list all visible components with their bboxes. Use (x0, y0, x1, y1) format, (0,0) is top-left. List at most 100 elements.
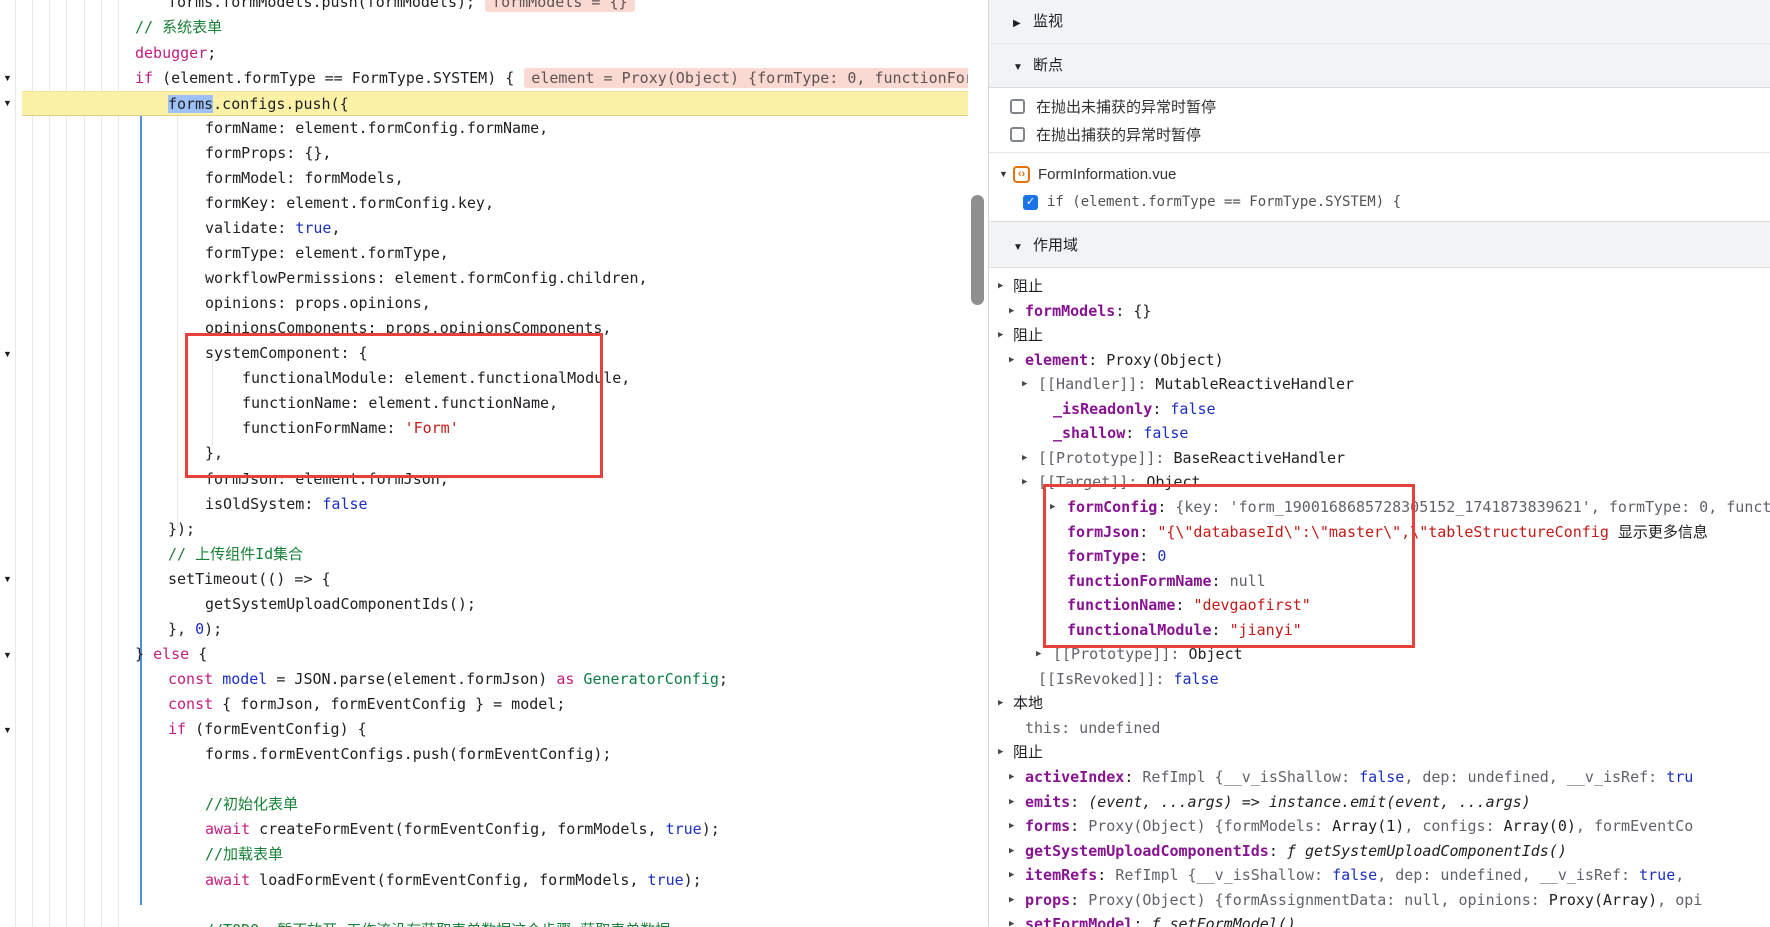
code-line[interactable]: //初始化表单 (0, 792, 968, 817)
editor-scrollbar-track[interactable] (968, 0, 988, 927)
tree-expand-arrow-icon[interactable]: ▶ (1036, 642, 1041, 666)
scope-row[interactable]: ▶getSystemUploadComponentIds: ƒ getSyste… (989, 839, 1770, 863)
tree-expand-arrow-icon[interactable]: ▶ (1009, 912, 1014, 927)
code-line[interactable]: getSystemUploadComponentIds(); (0, 592, 968, 617)
pause-on-uncaught-exceptions-row[interactable]: 在抛出未捕获的异常时暂停 (989, 93, 1770, 119)
code-fold-arrow-icon[interactable]: ▼ (3, 348, 17, 360)
breakpoint-enabled-checkbox[interactable]: ✓ (1023, 195, 1038, 210)
tree-expand-arrow-icon[interactable]: ▶ (998, 323, 1003, 347)
scope-row[interactable]: ▶emits: (event, ...args) => instance.emi… (989, 790, 1770, 814)
code-line[interactable]: validate: true, (0, 216, 968, 241)
tree-expand-arrow-icon[interactable]: ▶ (1022, 470, 1027, 494)
pause-on-caught-checkbox[interactable] (1010, 127, 1025, 142)
tree-expand-arrow-icon[interactable]: ▶ (1022, 372, 1027, 396)
code-line[interactable]: forms.formModels.push(formModels);formMo… (0, 0, 968, 15)
divider (989, 152, 1770, 153)
code-line[interactable]: } else { (0, 642, 968, 667)
breakpoint-entry-row[interactable]: ✓ if (element.formType == FormType.SYSTE… (989, 189, 1770, 215)
paused-execution-line[interactable]: forms.configs.push({ (22, 91, 968, 116)
code-line[interactable]: formKey: element.formConfig.key, (0, 191, 968, 216)
editor-scrollbar-thumb[interactable] (971, 195, 984, 305)
watch-section-header[interactable]: ▶监视 (989, 0, 1770, 44)
red-annotation-box-scope (1043, 484, 1415, 648)
chevron-down-icon[interactable]: ▼ (999, 169, 1013, 179)
scope-section-label: 作用域 (1033, 237, 1078, 254)
code-line[interactable]: await loadFormEvent(formEventConfig, for… (0, 868, 968, 893)
scope-row[interactable]: ▶element: Proxy(Object) (989, 348, 1770, 372)
scope-row[interactable]: ▶阻止 (989, 740, 1770, 764)
tree-expand-arrow-icon[interactable]: ▶ (1022, 446, 1027, 470)
breakpoint-code-snippet[interactable]: if (element.formType == FormType.SYSTEM)… (1047, 194, 1401, 210)
breakpoints-section-header[interactable]: ▼断点 (989, 44, 1770, 88)
scope-row[interactable]: ▶itemRefs: RefImpl {__v_isShallow: false… (989, 863, 1770, 887)
scope-row[interactable]: ▶[[Handler]]: MutableReactiveHandler (989, 372, 1770, 396)
selected-word: forms (168, 95, 213, 113)
scope-row[interactable]: _isReadonly: false (989, 397, 1770, 421)
code-fold-arrow-icon[interactable]: ▼ (3, 724, 17, 736)
code-line[interactable]: formType: element.formType, (0, 241, 968, 266)
chevron-down-icon: ▼ (1013, 46, 1033, 90)
code-line[interactable]: if (element.formType == FormType.SYSTEM)… (0, 66, 968, 91)
tree-expand-arrow-icon[interactable]: ▶ (1009, 839, 1014, 863)
scope-row[interactable]: ▶activeIndex: RefImpl {__v_isShallow: fa… (989, 765, 1770, 789)
code-line[interactable]: forms.formEventConfigs.push(formEventCon… (0, 742, 968, 767)
pause-on-uncaught-checkbox[interactable] (1010, 99, 1025, 114)
scope-row[interactable]: ▶props: Proxy(Object) {formAssignmentDat… (989, 888, 1770, 912)
watch-section-label: 监视 (1033, 13, 1063, 30)
code-line[interactable]: }, 0); (0, 617, 968, 642)
code-line[interactable]: // 上传组件Id集合 (0, 542, 968, 567)
tree-expand-arrow-icon[interactable]: ▶ (1009, 863, 1014, 887)
scope-row[interactable]: ▶本地 (989, 691, 1770, 715)
scope-row[interactable]: ▶formModels: {} (989, 299, 1770, 323)
code-line[interactable]: formModel: formModels, (0, 166, 968, 191)
scope-section-header[interactable]: ▼作用域 (989, 221, 1770, 268)
code-line[interactable]: const { formJson, formEventConfig } = mo… (0, 692, 968, 717)
code-fold-arrow-icon[interactable]: ▼ (3, 97, 17, 109)
scope-row[interactable]: ▶阻止 (989, 323, 1770, 347)
code-editor[interactable]: forms.formModels.push(formModels);formMo… (0, 0, 968, 927)
tree-expand-arrow-icon[interactable]: ▶ (1009, 765, 1014, 789)
tree-expand-arrow-icon[interactable]: ▶ (998, 274, 1003, 298)
code-line[interactable]: setTimeout(() => { (0, 567, 968, 592)
tree-expand-arrow-icon[interactable]: ▶ (1009, 348, 1014, 372)
pause-on-caught-label: 在抛出捕获的异常时暂停 (1036, 124, 1201, 145)
tree-expand-arrow-icon[interactable]: ▶ (998, 691, 1003, 715)
tree-expand-arrow-icon[interactable]: ▶ (998, 740, 1003, 764)
code-line[interactable]: //TODO: 暂不放开 工作流没有获取表单数据这个步骤 获取表单数据 (0, 918, 968, 927)
scope-row[interactable]: this: undefined (989, 716, 1770, 740)
code-line[interactable]: workflowPermissions: element.formConfig.… (0, 266, 968, 291)
vue-file-icon: ‹› (1013, 166, 1030, 183)
code-line[interactable]: debugger; (0, 41, 968, 66)
code-line[interactable]: formProps: {}, (0, 141, 968, 166)
scope-row[interactable]: ▶setFormModel: ƒ setFormModel() (989, 912, 1770, 927)
code-line[interactable]: const model = JSON.parse(element.formJso… (0, 667, 968, 692)
code-fold-arrow-icon[interactable]: ▼ (3, 72, 17, 84)
breakpoint-file-group[interactable]: ▼ ‹› FormInformation.vue (989, 161, 1770, 187)
code-line[interactable]: //加载表单 (0, 842, 968, 867)
breakpoint-file-name: FormInformation.vue (1038, 166, 1176, 183)
scope-row[interactable]: _shallow: false (989, 421, 1770, 445)
scope-row[interactable]: ▶阻止 (989, 274, 1770, 298)
code-line[interactable]: if (formEventConfig) { (0, 717, 968, 742)
inline-eval-badge: element = Proxy(Object) {formType: 0, fu… (524, 68, 968, 88)
scope-row[interactable]: ▶[[Prototype]]: BaseReactiveHandler (989, 446, 1770, 470)
scope-row[interactable]: ▶forms: Proxy(Object) {formModels: Array… (989, 814, 1770, 838)
devtools-window: forms.formModels.push(formModels);formMo… (0, 0, 1770, 927)
code-line[interactable]: // 系统表单 (0, 15, 968, 40)
tree-expand-arrow-icon[interactable]: ▶ (1009, 888, 1014, 912)
chevron-down-icon: ▼ (1013, 224, 1033, 271)
code-line[interactable]: await createFormEvent(formEventConfig, f… (0, 817, 968, 842)
scope-row[interactable]: [[IsRevoked]]: false (989, 667, 1770, 691)
code-line[interactable]: formName: element.formConfig.formName, (0, 116, 968, 141)
tree-expand-arrow-icon[interactable]: ▶ (1009, 299, 1014, 323)
pause-on-caught-exceptions-row[interactable]: 在抛出捕获的异常时暂停 (989, 121, 1770, 147)
code-line[interactable]: opinions: props.opinions, (0, 291, 968, 316)
tree-expand-arrow-icon[interactable]: ▶ (1009, 790, 1014, 814)
code-fold-arrow-icon[interactable]: ▼ (3, 573, 17, 585)
code-line[interactable]: isOldSystem: false (0, 492, 968, 517)
code-line[interactable]: }); (0, 517, 968, 542)
tree-expand-arrow-icon[interactable]: ▶ (1009, 814, 1014, 838)
code-fold-arrow-icon[interactable]: ▼ (3, 649, 17, 661)
breakpoints-section-label: 断点 (1033, 57, 1063, 74)
inline-eval-badge: formModels = {} (485, 0, 634, 12)
